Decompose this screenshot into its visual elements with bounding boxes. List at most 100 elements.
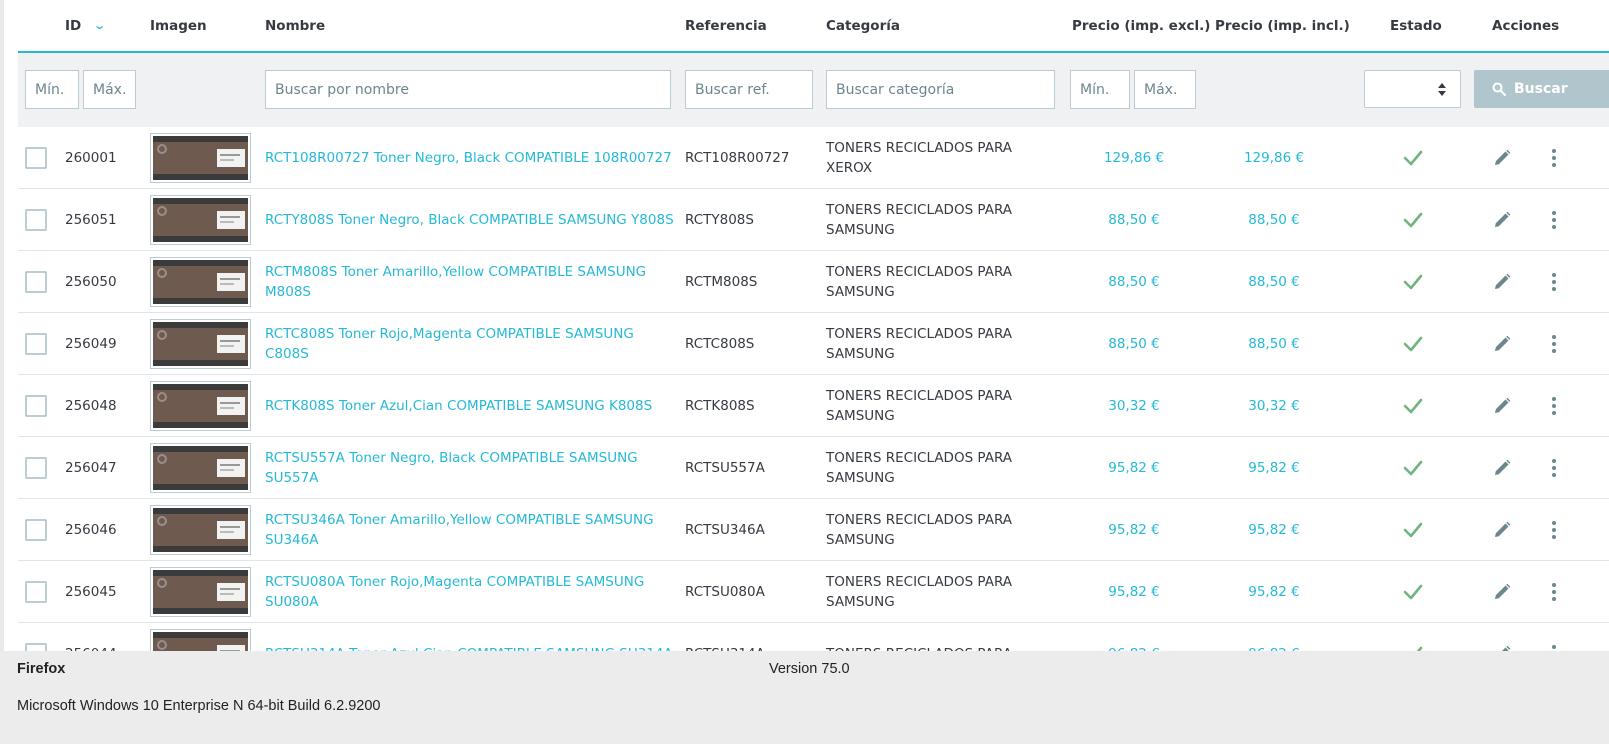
header-status[interactable]: Estado bbox=[1390, 0, 1442, 51]
status-select[interactable] bbox=[1364, 70, 1461, 108]
product-thumbnail[interactable] bbox=[150, 381, 251, 431]
product-name[interactable]: RCT108R00727 Toner Negro, Black COMPATIB… bbox=[265, 148, 672, 168]
product-name[interactable]: RCTC808S Toner Rojo,Magenta COMPATIBLE S… bbox=[265, 324, 675, 364]
product-name[interactable]: RCTSU557A Toner Negro, Black COMPATIBLE … bbox=[265, 448, 675, 488]
check-icon[interactable] bbox=[1403, 458, 1423, 478]
price-min-input[interactable]: Mín. bbox=[1070, 70, 1130, 109]
price-incl-link[interactable]: 95,82 € bbox=[1214, 561, 1334, 623]
check-icon[interactable] bbox=[1403, 148, 1423, 168]
category-search-input[interactable]: Buscar categoría bbox=[826, 70, 1055, 109]
id-max-input[interactable]: Máx. bbox=[83, 70, 136, 109]
product-name[interactable]: RCTM808S Toner Amarillo,Yellow COMPATIBL… bbox=[265, 262, 675, 302]
product-name-link[interactable]: RCT108R00727 Toner Negro, Black COMPATIB… bbox=[265, 127, 675, 189]
row-select-checkbox[interactable] bbox=[25, 519, 47, 541]
more-vertical-icon[interactable] bbox=[1548, 272, 1560, 292]
product-name[interactable]: RCTSU346A Toner Amarillo,Yellow COMPATIB… bbox=[265, 510, 675, 550]
product-name-link[interactable]: RCTM808S Toner Amarillo,Yellow COMPATIBL… bbox=[265, 251, 675, 313]
header-actions: Acciones bbox=[1492, 17, 1560, 34]
pencil-icon[interactable] bbox=[1493, 459, 1511, 477]
check-icon[interactable] bbox=[1403, 582, 1423, 602]
table-row: 256048 RCTK808S Toner Azul,Cian COMPATIBL… bbox=[18, 375, 1609, 437]
name-search-input[interactable]: Buscar por nombre bbox=[265, 70, 671, 109]
product-name[interactable]: RCTY808S Toner Negro, Black COMPATIBLE S… bbox=[265, 210, 674, 230]
pencil-icon[interactable] bbox=[1493, 273, 1511, 291]
product-thumbnail[interactable] bbox=[150, 319, 251, 369]
product-category-label: TONERS RECICLADOS PARA SAMSUNG bbox=[826, 450, 1013, 486]
reference-search-input[interactable]: Buscar ref. bbox=[685, 70, 813, 109]
check-icon[interactable] bbox=[1403, 520, 1423, 540]
price-incl-link[interactable]: 88,50 € bbox=[1214, 313, 1334, 375]
product-table: ID ⌄ Imagen Nombre Referencia Categoría … bbox=[18, 0, 1609, 667]
more-vertical-icon[interactable] bbox=[1548, 148, 1560, 168]
more-vertical-icon[interactable] bbox=[1548, 458, 1560, 478]
price-incl-link[interactable]: 95,82 € bbox=[1214, 437, 1334, 499]
product-image bbox=[153, 198, 248, 242]
row-select-checkbox[interactable] bbox=[25, 581, 47, 603]
id-min-input[interactable]: Mín. bbox=[25, 70, 79, 109]
header-price-excl[interactable]: Precio (imp. excl.) bbox=[1072, 0, 1210, 51]
header-id[interactable]: ID ⌄ bbox=[65, 0, 106, 51]
row-select-checkbox[interactable] bbox=[25, 271, 47, 293]
product-name-link[interactable]: RCTSU080A Toner Rojo,Magenta COMPATIBLE … bbox=[265, 561, 675, 623]
more-vertical-icon[interactable] bbox=[1548, 334, 1560, 354]
product-name-link[interactable]: RCTSU346A Toner Amarillo,Yellow COMPATIB… bbox=[265, 499, 675, 561]
price-excl-link[interactable]: 88,50 € bbox=[1074, 189, 1194, 251]
product-name[interactable]: RCTK808S Toner Azul,Cian COMPATIBLE SAMS… bbox=[265, 396, 652, 416]
price-incl-link[interactable]: 129,86 € bbox=[1214, 127, 1334, 189]
search-button[interactable]: Buscar bbox=[1474, 70, 1609, 108]
price-excl-link[interactable]: 129,86 € bbox=[1074, 127, 1194, 189]
product-thumbnail[interactable] bbox=[150, 195, 251, 245]
product-name-link[interactable]: RCTSU557A Toner Negro, Black COMPATIBLE … bbox=[265, 437, 675, 499]
pencil-icon[interactable] bbox=[1493, 335, 1511, 353]
check-icon[interactable] bbox=[1403, 210, 1423, 230]
price-incl-link[interactable]: 88,50 € bbox=[1214, 251, 1334, 313]
price-incl-link[interactable]: 95,82 € bbox=[1214, 499, 1334, 561]
row-select-checkbox[interactable] bbox=[25, 333, 47, 355]
pencil-icon[interactable] bbox=[1493, 521, 1511, 539]
product-name-link[interactable]: RCTY808S Toner Negro, Black COMPATIBLE S… bbox=[265, 189, 675, 251]
row-select-checkbox[interactable] bbox=[25, 457, 47, 479]
more-vertical-icon[interactable] bbox=[1548, 396, 1560, 416]
chevron-down-icon[interactable]: ⌄ bbox=[93, 19, 106, 32]
price-excl-link[interactable]: 95,82 € bbox=[1074, 437, 1194, 499]
header-reference[interactable]: Referencia bbox=[685, 0, 767, 51]
row-select-checkbox[interactable] bbox=[25, 209, 47, 231]
product-thumbnail[interactable] bbox=[150, 567, 251, 617]
pencil-icon[interactable] bbox=[1493, 583, 1511, 601]
product-thumbnail[interactable] bbox=[150, 257, 251, 307]
more-vertical-icon[interactable] bbox=[1548, 520, 1560, 540]
pencil-icon[interactable] bbox=[1493, 211, 1511, 229]
search-icon bbox=[1492, 82, 1506, 96]
product-thumbnail[interactable] bbox=[150, 443, 251, 493]
more-vertical-icon[interactable] bbox=[1548, 210, 1560, 230]
price-excl-link[interactable]: 95,82 € bbox=[1074, 561, 1194, 623]
check-icon[interactable] bbox=[1403, 272, 1423, 292]
header-name[interactable]: Nombre bbox=[265, 0, 325, 51]
pencil-icon[interactable] bbox=[1493, 149, 1511, 167]
product-name[interactable]: RCTSU080A Toner Rojo,Magenta COMPATIBLE … bbox=[265, 572, 675, 612]
price-incl-link[interactable]: 30,32 € bbox=[1214, 375, 1334, 437]
row-select-checkbox[interactable] bbox=[25, 395, 47, 417]
price-incl-link[interactable]: 88,50 € bbox=[1214, 189, 1334, 251]
price-excl-link[interactable]: 88,50 € bbox=[1074, 251, 1194, 313]
header-category[interactable]: Categoría bbox=[826, 0, 900, 51]
check-icon[interactable] bbox=[1403, 396, 1423, 416]
product-category: TONERS RECICLADOS PARA SAMSUNG bbox=[826, 437, 1056, 499]
product-category: TONERS RECICLADOS PARA SAMSUNG bbox=[826, 313, 1056, 375]
price-max-input[interactable]: Máx. bbox=[1134, 70, 1196, 109]
price-excl-link[interactable]: 30,32 € bbox=[1074, 375, 1194, 437]
product-name-link[interactable]: RCTC808S Toner Rojo,Magenta COMPATIBLE S… bbox=[265, 313, 675, 375]
product-name-link[interactable]: RCTK808S Toner Azul,Cian COMPATIBLE SAMS… bbox=[265, 375, 675, 437]
product-thumbnail[interactable] bbox=[150, 505, 251, 555]
header-price-incl[interactable]: Precio (imp. incl.) bbox=[1215, 0, 1350, 51]
product-image bbox=[153, 384, 248, 428]
product-thumbnail[interactable] bbox=[150, 133, 251, 183]
select-arrows-icon bbox=[1438, 81, 1446, 97]
price-excl-link[interactable]: 95,82 € bbox=[1074, 499, 1194, 561]
row-select-checkbox[interactable] bbox=[25, 147, 47, 169]
price-excl-link[interactable]: 88,50 € bbox=[1074, 313, 1194, 375]
check-icon[interactable] bbox=[1403, 334, 1423, 354]
pencil-icon[interactable] bbox=[1493, 397, 1511, 415]
product-category: TONERS RECICLADOS PARA SAMSUNG bbox=[826, 561, 1056, 623]
more-vertical-icon[interactable] bbox=[1548, 582, 1560, 602]
